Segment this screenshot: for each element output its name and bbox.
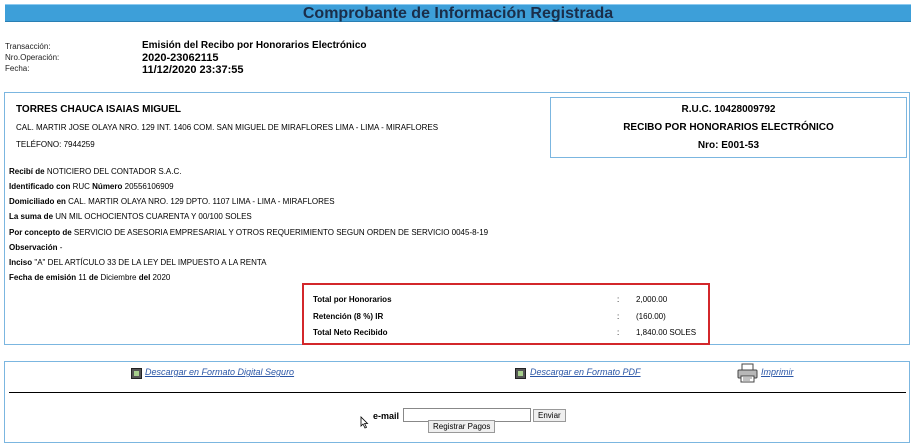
id-label: Identificado con xyxy=(9,182,71,191)
detail-domicilio: Domiciliado en CAL. MARTIR OLAYA NRO. 12… xyxy=(9,197,335,207)
recibi-value: NOTICIERO DEL CONTADOR S.A.C. xyxy=(46,167,182,176)
dom-label: Domiciliado en xyxy=(9,197,66,206)
detail-observacion: Observación - xyxy=(9,243,62,253)
fecha-label: Fecha de emisión xyxy=(9,273,77,282)
ruc-number: R.U.C. 10428009792 xyxy=(681,104,776,115)
totals-box: Total por Honorarios : 2,000.00 Retenció… xyxy=(302,283,710,345)
total-value: 2,000.00 xyxy=(636,295,668,304)
mouse-cursor-icon xyxy=(360,416,369,429)
fecha-day: 11 xyxy=(78,273,87,282)
detail-concepto: Por concepto de SERVICIO DE ASESORIA EMP… xyxy=(9,228,488,238)
secure-download-icon[interactable] xyxy=(131,368,142,379)
issuer-name: TORRES CHAUCA ISAIAS MIGUEL xyxy=(16,104,182,115)
date-value: 11/12/2020 23:37:55 xyxy=(142,64,244,76)
meta-label-date: Fecha: xyxy=(5,64,30,73)
meta-labels: Transacción: Nro.Operación: Fecha: xyxy=(5,41,59,74)
total-colon: : xyxy=(617,328,620,337)
id-num-label: Número xyxy=(92,182,123,191)
detail-inciso: Inciso "A" DEL ARTÍCULO 33 DE LA LEY DEL… xyxy=(9,258,267,268)
print-link[interactable]: Imprimir xyxy=(761,367,794,377)
total-colon: : xyxy=(617,295,620,304)
total-row: Total por Honorarios : 2,000.00 xyxy=(304,294,708,306)
dom-value: CAL. MARTIR OLAYA NRO. 129 DPTO. 1107 LI… xyxy=(68,197,335,206)
obs-value: - xyxy=(59,243,63,252)
fecha-del: del xyxy=(138,273,151,282)
divider xyxy=(9,392,906,393)
total-label: Total Neto Recibido xyxy=(313,328,388,337)
concepto-value: SERVICIO DE ASESORIA EMPRESARIAL Y OTROS… xyxy=(73,228,489,237)
suma-value: UN MIL OCHOCIENTOS CUARENTA Y 00/100 SOL… xyxy=(55,212,252,221)
detail-fecha: Fecha de emisión 11 de Diciembre del 202… xyxy=(9,273,170,283)
total-value: (160.00) xyxy=(636,312,666,321)
fecha-de: de xyxy=(88,273,99,282)
fecha-year: 2020 xyxy=(152,273,171,282)
email-label: e-mail xyxy=(373,411,400,421)
concepto-label: Por concepto de xyxy=(9,228,72,237)
page-title: Comprobante de Información Registrada xyxy=(5,4,911,22)
recibi-label: Recibí de xyxy=(9,167,45,176)
detail-identificado: Identificado con RUC Número 20556106909 xyxy=(9,182,174,192)
issuer-phone: TELÉFONO: 7944259 xyxy=(16,140,95,149)
inciso-label: Inciso xyxy=(9,258,33,267)
detail-recibi: Recibí de NOTICIERO DEL CONTADOR S.A.C. xyxy=(9,167,182,177)
ruc-box: R.U.C. 10428009792 RECIBO POR HONORARIOS… xyxy=(550,97,907,158)
pdf-download-icon[interactable] xyxy=(515,368,526,379)
total-row: Retención (8 %) IR : (160.00) xyxy=(304,311,708,323)
total-colon: : xyxy=(617,312,620,321)
id-type: RUC xyxy=(72,182,90,191)
meta-values: Emisión del Recibo por Honorarios Electr… xyxy=(142,40,366,76)
meta-label-transaction: Transacción: xyxy=(5,42,51,51)
transaction-value: Emisión del Recibo por Honorarios Electr… xyxy=(142,40,367,51)
download-pdf-link[interactable]: Descargar en Formato PDF xyxy=(530,367,641,377)
suma-label: La suma de xyxy=(9,212,54,221)
obs-label: Observación xyxy=(9,243,58,252)
total-value: 1,840.00 SOLES xyxy=(636,328,697,337)
total-row: Total Neto Recibido : 1,840.00 SOLES xyxy=(304,327,708,339)
id-value: 20556106909 xyxy=(124,182,174,191)
fecha-month: Diciembre xyxy=(100,273,137,282)
operation-value: 2020-23062115 xyxy=(142,52,219,64)
printer-icon[interactable] xyxy=(737,363,759,383)
receipt-number: Nro: E001-53 xyxy=(697,140,760,151)
register-payments-button[interactable]: Registrar Pagos xyxy=(428,420,496,433)
download-secure-link[interactable]: Descargar en Formato Digital Seguro xyxy=(145,367,294,377)
detail-suma: La suma de UN MIL OCHOCIENTOS CUARENTA Y… xyxy=(9,212,252,222)
total-label: Retención (8 %) IR xyxy=(313,312,384,321)
issuer-address: CAL. MARTIR JOSE OLAYA NRO. 129 INT. 140… xyxy=(16,123,439,132)
receipt-type: RECIBO POR HONORARIOS ELECTRÓNICO xyxy=(623,122,834,133)
meta-label-operation: Nro.Operación: xyxy=(5,53,60,62)
send-button[interactable]: Enviar xyxy=(533,409,566,422)
total-label: Total por Honorarios xyxy=(313,295,392,304)
inciso-value: "A" DEL ARTÍCULO 33 DE LA LEY DEL IMPUES… xyxy=(34,258,267,267)
